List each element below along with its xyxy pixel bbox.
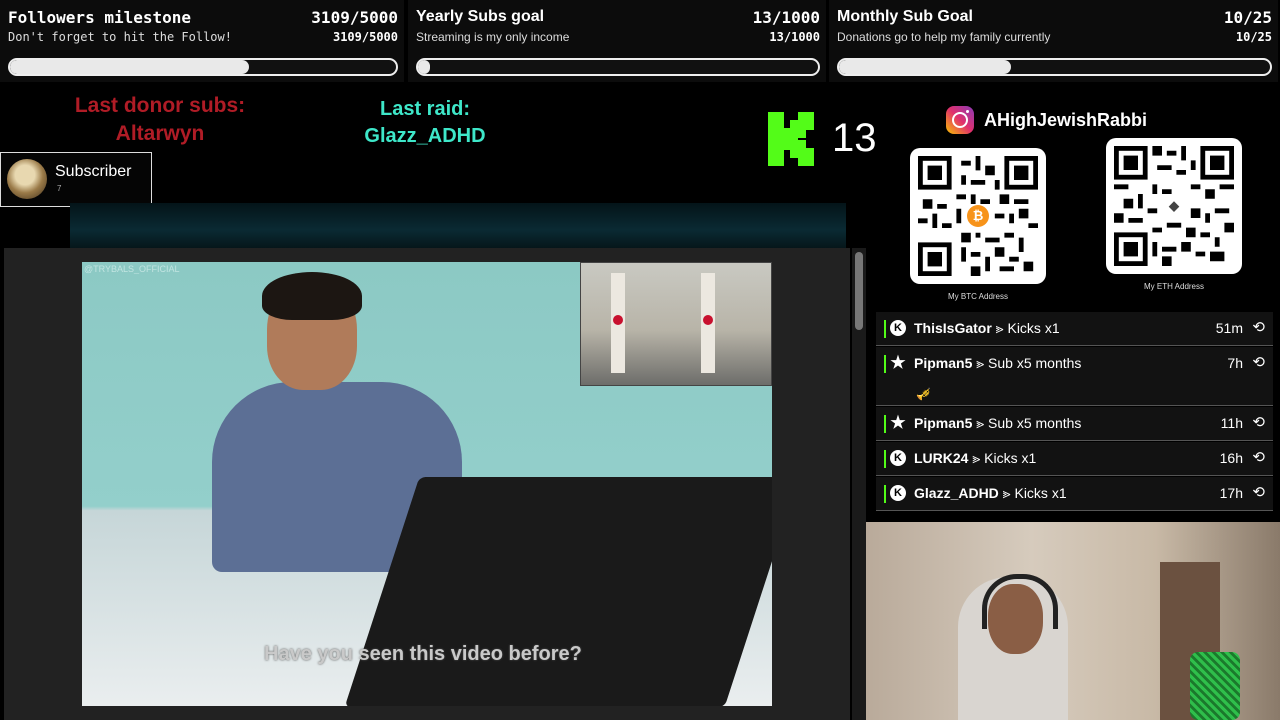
event-user: Pipman5 bbox=[914, 415, 973, 431]
kick-icon: K bbox=[890, 485, 906, 501]
goal-title: Monthly Sub Goal bbox=[837, 8, 973, 25]
kick-icon: K bbox=[890, 320, 906, 336]
goal-subtitle: Don't forget to hit the Follow! bbox=[8, 30, 232, 44]
goal-subcount: 3109/5000 bbox=[332, 30, 398, 44]
goal-title: Followers milestone bbox=[8, 8, 192, 27]
btc-qr-code: ₿ bbox=[910, 148, 1046, 284]
event-rail bbox=[884, 320, 886, 338]
event-time: 51m bbox=[1215, 320, 1243, 336]
goal-progress-bar bbox=[837, 58, 1272, 76]
event-row: ★ Pipman5 ⪢ Sub x5 months 7h ⟲ 🎺 bbox=[876, 347, 1273, 406]
replay-icon[interactable]: ⟲ bbox=[1252, 413, 1265, 431]
replay-icon[interactable]: ⟲ bbox=[1252, 318, 1265, 336]
event-text: Pipman5 ⪢ Sub x5 months bbox=[914, 355, 1082, 371]
replay-icon[interactable]: ⟲ bbox=[1252, 353, 1265, 371]
event-time: 11h bbox=[1220, 415, 1243, 431]
goal-progress-bar bbox=[416, 58, 820, 76]
event-user: Pipman5 bbox=[914, 355, 973, 371]
event-rail bbox=[884, 450, 886, 468]
goal-subtitle: Streaming is my only income bbox=[416, 30, 570, 44]
video-person-hair bbox=[262, 272, 362, 320]
goal-subcount: 10/25 bbox=[1235, 30, 1272, 44]
instagram-icon bbox=[946, 106, 974, 134]
event-action: Sub x5 months bbox=[988, 415, 1082, 431]
kick-follower-count: 13 bbox=[832, 116, 877, 160]
goal-subtitle: Donations go to help my family currently bbox=[837, 30, 1051, 44]
scrollbar-thumb[interactable] bbox=[855, 252, 863, 330]
event-user: LURK24 bbox=[914, 450, 969, 466]
event-emote: 🎺 bbox=[916, 387, 931, 401]
video-inset-street bbox=[580, 262, 772, 386]
last-donor-alert: Last donor subs: Altarwyn bbox=[40, 92, 280, 148]
event-row: K ThisIsGator ⪢ Kicks x1 51m ⟲ bbox=[876, 312, 1273, 346]
kick-icon: K bbox=[890, 450, 906, 466]
event-user: ThisIsGator bbox=[914, 320, 992, 336]
goal-count: 10/25 bbox=[1223, 8, 1272, 27]
headset-icon bbox=[982, 574, 1058, 629]
monthly-sub-goal-panel: Monthly Sub Goal 10/25 Donations go to h… bbox=[829, 0, 1278, 82]
replay-icon[interactable]: ⟲ bbox=[1252, 448, 1265, 466]
event-action: Kicks x1 bbox=[984, 450, 1037, 466]
browser-stage-background bbox=[70, 203, 846, 248]
goal-progress-bar bbox=[8, 58, 398, 76]
goal-count: 13/1000 bbox=[752, 8, 820, 27]
webcam-cup bbox=[1190, 652, 1240, 720]
star-icon: ★ bbox=[890, 413, 906, 432]
goal-progress-fill bbox=[10, 60, 250, 74]
avatar bbox=[7, 159, 47, 199]
last-donor-name: Altarwyn bbox=[115, 122, 205, 145]
goal-count: 3109/5000 bbox=[311, 8, 398, 27]
event-feed: K ThisIsGator ⪢ Kicks x1 51m ⟲ ★ Pipman5… bbox=[876, 312, 1273, 522]
event-user: Glazz_ADHD bbox=[914, 485, 999, 501]
ethereum-icon: ◆ bbox=[1163, 195, 1185, 217]
last-raid-label: Last raid: bbox=[379, 98, 471, 120]
webcam-feed bbox=[866, 522, 1280, 720]
last-raid-alert: Last raid: Glazz_ADHD bbox=[330, 96, 520, 150]
event-row: ★ Pipman5 ⪢ Sub x5 months 11h ⟲ bbox=[876, 407, 1273, 441]
goal-progress-fill bbox=[839, 60, 1012, 74]
no-entry-sign-icon bbox=[703, 315, 713, 325]
eth-qr-code: ◆ bbox=[1106, 138, 1242, 274]
replay-icon[interactable]: ⟲ bbox=[1252, 483, 1265, 501]
event-row: K Glazz_ADHD ⪢ Kicks x1 17h ⟲ bbox=[876, 477, 1273, 511]
event-rail bbox=[884, 355, 886, 373]
event-text: Glazz_ADHD ⪢ Kicks x1 bbox=[914, 485, 1067, 501]
event-text: LURK24 ⪢ Kicks x1 bbox=[914, 450, 1037, 466]
event-text: Pipman5 ⪢ Sub x5 months bbox=[914, 415, 1082, 431]
last-raid-name: Glazz_ADHD bbox=[364, 125, 486, 147]
event-text: ThisIsGator ⪢ Kicks x1 bbox=[914, 320, 1060, 336]
event-time: 7h bbox=[1227, 355, 1243, 371]
event-action: Kicks x1 bbox=[1014, 485, 1067, 501]
kick-logo-icon bbox=[768, 112, 814, 166]
instagram-handle-text: AHighJewishRabbi bbox=[984, 110, 1148, 130]
video-laptop bbox=[344, 477, 772, 706]
subscriber-card: Subscriber 7 bbox=[0, 152, 152, 207]
event-time: 17h bbox=[1219, 485, 1243, 501]
no-entry-sign-icon bbox=[613, 315, 623, 325]
goal-subcount: 13/1000 bbox=[769, 30, 820, 44]
last-donor-label: Last donor subs: bbox=[74, 94, 246, 117]
event-row: K LURK24 ⪢ Kicks x1 16h ⟲ bbox=[876, 442, 1273, 476]
followers-goal-panel: Followers milestone 3109/5000 Don't forg… bbox=[0, 0, 404, 82]
goal-progress-fill bbox=[418, 60, 430, 74]
eth-qr-label: My ETH Address bbox=[1143, 282, 1204, 291]
video-watermark: @TRYBALS_OFFICIAL bbox=[84, 264, 180, 274]
subscriber-count: 7 bbox=[57, 184, 62, 193]
star-icon: ★ bbox=[890, 353, 906, 372]
event-rail bbox=[884, 415, 886, 433]
event-rail bbox=[884, 485, 886, 503]
video-caption: Have you seen this video before? bbox=[264, 643, 582, 665]
goal-title: Yearly Subs goal bbox=[416, 8, 545, 25]
video-scrollbar[interactable] bbox=[852, 248, 866, 720]
bitcoin-icon: ₿ bbox=[967, 205, 989, 227]
event-action: Sub x5 months bbox=[988, 355, 1082, 371]
btc-qr-label: My BTC Address bbox=[947, 292, 1008, 301]
event-action: Kicks x1 bbox=[1007, 320, 1060, 336]
event-time: 16h bbox=[1219, 450, 1243, 466]
yearly-subs-goal-panel: Yearly Subs goal 13/1000 Streaming is my… bbox=[408, 0, 826, 82]
subscriber-label: Subscriber bbox=[55, 163, 132, 180]
